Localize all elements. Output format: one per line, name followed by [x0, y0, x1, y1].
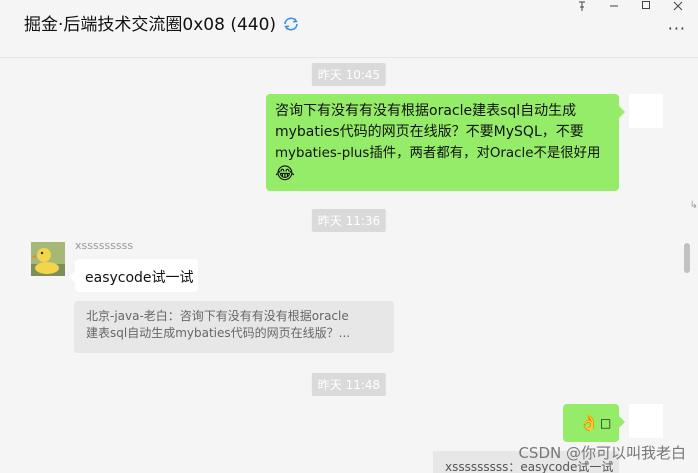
chat-title: 掘金·后端技术交流圈0x08 (440)	[24, 15, 277, 35]
chat-title-row: 掘金·后端技术交流圈0x08 (440)	[24, 10, 300, 38]
csdn-watermark: CSDN @你可以叫我老白	[518, 444, 686, 462]
quote-text-line: 建表sql自动生成mybaties代码的网页在线版？...	[86, 326, 351, 340]
timestamp: 昨天 11:48	[311, 373, 387, 396]
close-icon[interactable]	[666, 0, 690, 12]
message-text-line: mybaties代码的网页在线版？不要MySQL，不要	[275, 124, 584, 140]
sender-name: xsssssssss	[75, 239, 134, 252]
message-text-line: mybaties-plus插件，两者都有，对Oracle不是很好用	[275, 146, 601, 161]
avatar[interactable]	[629, 404, 663, 438]
pin-icon[interactable]	[570, 0, 594, 12]
title-bar: 掘金·后端技术交流圈0x08 (440) ···	[0, 0, 698, 42]
quoted-message[interactable]: 北京-java-老白：咨询下有没有有没有根据oracle 建表sql自动生成my…	[74, 301, 394, 353]
window-controls	[570, 0, 690, 12]
avatar[interactable]	[629, 94, 663, 128]
outgoing-message-bubble[interactable]: 咨询下有没有有没有根据oracle建表sql自动生成 mybaties代码的网页…	[266, 94, 625, 191]
window-edge-mark: ↳	[689, 200, 698, 211]
quote-text-line: 北京-java-老白：咨询下有没有有没有根据oracle	[86, 309, 349, 323]
message-text-line: 咨询下有没有有没有根据oracle建表sql自动生成	[275, 103, 577, 119]
incoming-message-bubble[interactable]: easycode试一试	[69, 259, 198, 292]
scrollbar-thumb[interactable]	[684, 243, 690, 273]
ok-hand-emoji: 👌	[579, 413, 599, 432]
message-text: easycode试一试	[85, 270, 194, 286]
unknown-glyph: □	[600, 416, 612, 430]
avatar-duck-icon[interactable]	[31, 242, 65, 276]
minimize-icon[interactable]	[602, 0, 626, 12]
timestamp: 昨天 10:45	[311, 63, 387, 86]
message-list: 昨天 10:45 咨询下有没有有没有根据oracle建表sql自动生成 myba…	[0, 58, 698, 473]
timestamp: 昨天 11:36	[311, 209, 387, 232]
maximize-icon[interactable]	[634, 0, 658, 12]
outgoing-message-bubble[interactable]: 👌 □	[563, 404, 625, 442]
laughing-emoji: 😂	[275, 164, 295, 184]
chat-window: 掘金·后端技术交流圈0x08 (440) ··· 昨天 10:45 咨询下有没有…	[0, 0, 698, 473]
sync-icon[interactable]	[282, 15, 300, 38]
more-options-button[interactable]: ···	[668, 19, 686, 38]
